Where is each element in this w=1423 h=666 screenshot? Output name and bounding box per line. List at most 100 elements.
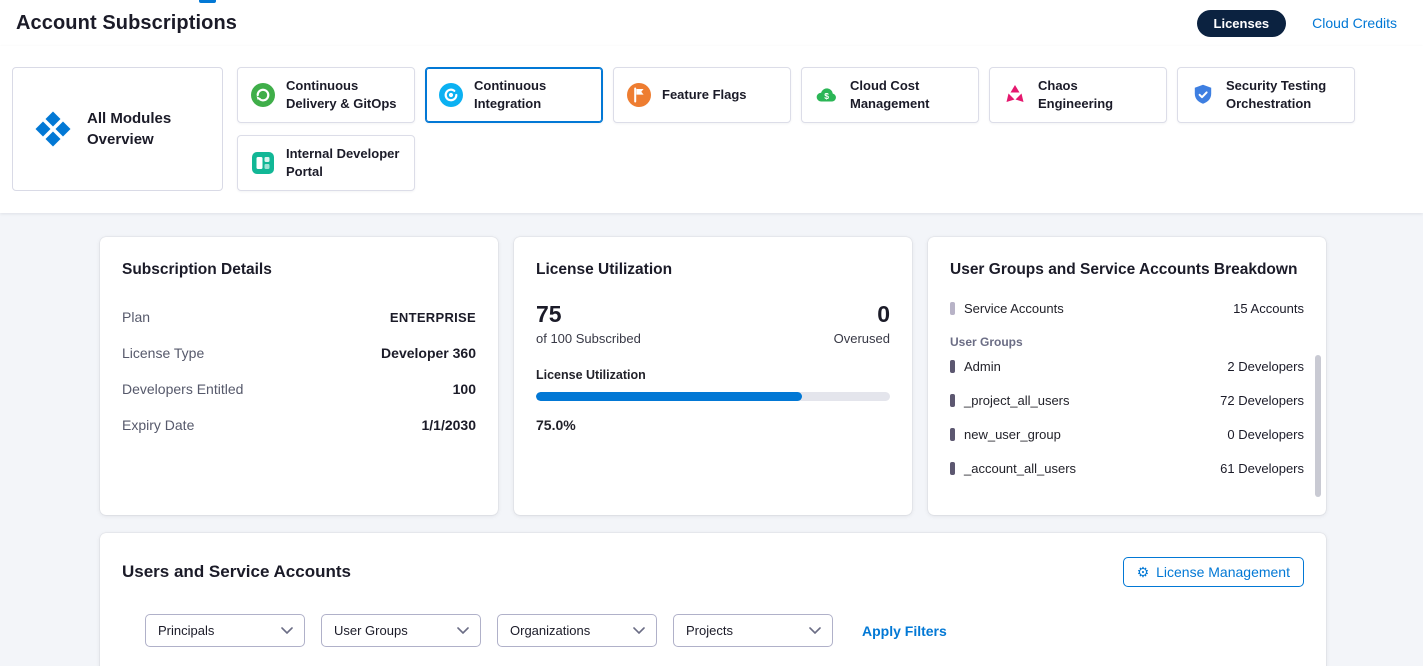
license-utilization-title: License Utilization — [536, 261, 890, 279]
module-label: Chaos Engineering — [1038, 77, 1156, 112]
user-group-icon — [950, 394, 955, 407]
organizations-dropdown[interactable]: Organizations — [497, 614, 657, 647]
chevron-down-icon — [281, 627, 293, 634]
gear-icon: ⚙ — [1137, 565, 1150, 579]
user-group-name: _account_all_users — [964, 461, 1076, 476]
user-group-name: new_user_group — [964, 427, 1061, 442]
summary-cards-row: Subscription Details Plan ENTERPRISE Lic… — [100, 237, 1326, 515]
users-section-title: Users and Service Accounts — [122, 562, 351, 582]
user-group-value: 61 Developers — [1220, 461, 1304, 476]
dropdown-label: Projects — [686, 623, 733, 638]
user-group-icon — [950, 428, 955, 441]
svg-text:$: $ — [824, 91, 829, 101]
service-account-icon — [950, 302, 955, 315]
module-label: Security Testing Orchestration — [1226, 77, 1344, 112]
overused-count-block: 0 Overused — [834, 301, 890, 346]
breakdown-card: User Groups and Service Accounts Breakdo… — [928, 237, 1326, 515]
module-card-continuous-integration[interactable]: Continuous Integration — [425, 67, 603, 123]
all-modules-overview-card[interactable]: All Modules Overview — [12, 67, 223, 191]
user-group-value: 0 Developers — [1227, 427, 1304, 442]
module-card-cloud-cost-management[interactable]: $ Cloud Cost Management — [801, 67, 979, 123]
module-label: Continuous Integration — [474, 77, 592, 112]
license-utilization-card: License Utilization 75 of 100 Subscribed… — [514, 237, 912, 515]
row-label: License Type — [122, 345, 204, 361]
user-groups-dropdown[interactable]: User Groups — [321, 614, 481, 647]
subscribed-count-block: 75 of 100 Subscribed — [536, 301, 641, 346]
overused-count: 0 — [834, 301, 890, 328]
main-content: Subscription Details Plan ENTERPRISE Lic… — [100, 213, 1326, 666]
apply-filters-link[interactable]: Apply Filters — [862, 623, 947, 639]
module-label: Feature Flags — [662, 86, 747, 104]
row-value: ENTERPRISE — [390, 310, 476, 325]
service-accounts-value: 15 Accounts — [1233, 301, 1304, 316]
page-title: Account Subscriptions — [16, 12, 237, 35]
subscription-row-license-type: License Type Developer 360 — [122, 335, 476, 371]
utilization-progress-fill — [536, 392, 802, 401]
module-label: Continuous Delivery & GitOps — [286, 77, 404, 112]
principals-dropdown[interactable]: Principals — [145, 614, 305, 647]
cd-gitops-icon — [250, 82, 276, 108]
utilization-progress-bar — [536, 392, 890, 401]
row-label: Expiry Date — [122, 417, 194, 433]
cloud-cost-icon: $ — [814, 82, 840, 108]
users-and-service-accounts-card: Users and Service Accounts ⚙ License Man… — [100, 533, 1326, 666]
cloud-credits-tab[interactable]: Cloud Credits — [1312, 15, 1397, 31]
subscription-details-card: Subscription Details Plan ENTERPRISE Lic… — [100, 237, 498, 515]
service-accounts-label: Service Accounts — [964, 301, 1064, 316]
ci-icon — [438, 82, 464, 108]
user-group-row: _project_all_users 72 Developers — [950, 383, 1304, 417]
module-card-internal-developer-portal[interactable]: Internal Developer Portal — [237, 135, 415, 191]
user-group-name: Admin — [964, 359, 1001, 374]
subscribed-caption: of 100 Subscribed — [536, 331, 641, 346]
harness-logo-icon — [32, 108, 74, 150]
top-bar: Account Subscriptions Licenses Cloud Cre… — [0, 0, 1423, 46]
chaos-engineering-icon — [1002, 82, 1028, 108]
dropdown-label: Principals — [158, 623, 214, 638]
service-accounts-row: Service Accounts 15 Accounts — [950, 291, 1304, 325]
security-testing-icon — [1190, 82, 1216, 108]
user-group-icon — [950, 462, 955, 475]
subscription-details-title: Subscription Details — [122, 261, 476, 279]
all-modules-overview-label: All Modules Overview — [87, 108, 208, 150]
subscription-row-plan: Plan ENTERPRISE — [122, 299, 476, 335]
chevron-down-icon — [633, 627, 645, 634]
subscription-row-expiry-date: Expiry Date 1/1/2030 — [122, 407, 476, 443]
clipped-breadcrumb-fragment — [199, 0, 216, 3]
user-group-name: _project_all_users — [964, 393, 1070, 408]
subscription-details-rows: Plan ENTERPRISE License Type Developer 3… — [122, 299, 476, 443]
projects-dropdown[interactable]: Projects — [673, 614, 833, 647]
utilization-percent: 75.0% — [536, 417, 890, 433]
user-group-value: 2 Developers — [1227, 359, 1304, 374]
topbar-actions: Licenses Cloud Credits — [1197, 10, 1397, 37]
row-value: 1/1/2030 — [422, 417, 477, 433]
user-group-value: 72 Developers — [1220, 393, 1304, 408]
feature-flags-icon — [626, 82, 652, 108]
module-card-feature-flags[interactable]: Feature Flags — [613, 67, 791, 123]
subscribed-count: 75 — [536, 301, 641, 328]
license-management-label: License Management — [1156, 564, 1290, 580]
modules-strip: All Modules Overview Continuous Delivery… — [0, 46, 1423, 213]
subscription-row-developers-entitled: Developers Entitled 100 — [122, 371, 476, 407]
module-card-chaos-engineering[interactable]: Chaos Engineering — [989, 67, 1167, 123]
modules-grid: Continuous Delivery & GitOps Continuous … — [237, 67, 1411, 191]
user-group-icon — [950, 360, 955, 373]
module-card-security-testing[interactable]: Security Testing Orchestration — [1177, 67, 1355, 123]
breakdown-title: User Groups and Service Accounts Breakdo… — [950, 261, 1304, 279]
license-counts: 75 of 100 Subscribed 0 Overused — [536, 301, 890, 346]
chevron-down-icon — [457, 627, 469, 634]
module-label: Cloud Cost Management — [850, 77, 968, 112]
breakdown-scrollbar[interactable] — [1315, 355, 1321, 497]
dropdown-label: Organizations — [510, 623, 590, 638]
utilization-bar-label: License Utilization — [536, 368, 890, 382]
dropdown-label: User Groups — [334, 623, 408, 638]
module-card-cd-gitops[interactable]: Continuous Delivery & GitOps — [237, 67, 415, 123]
chevron-down-icon — [809, 627, 821, 634]
licenses-tab[interactable]: Licenses — [1197, 10, 1287, 37]
license-management-button[interactable]: ⚙ License Management — [1123, 557, 1304, 587]
row-value: Developer 360 — [381, 345, 476, 361]
users-section-header: Users and Service Accounts ⚙ License Man… — [122, 557, 1304, 587]
row-label: Developers Entitled — [122, 381, 243, 397]
row-value: 100 — [453, 381, 476, 397]
module-label: Internal Developer Portal — [286, 145, 404, 180]
internal-developer-portal-icon — [250, 150, 276, 176]
